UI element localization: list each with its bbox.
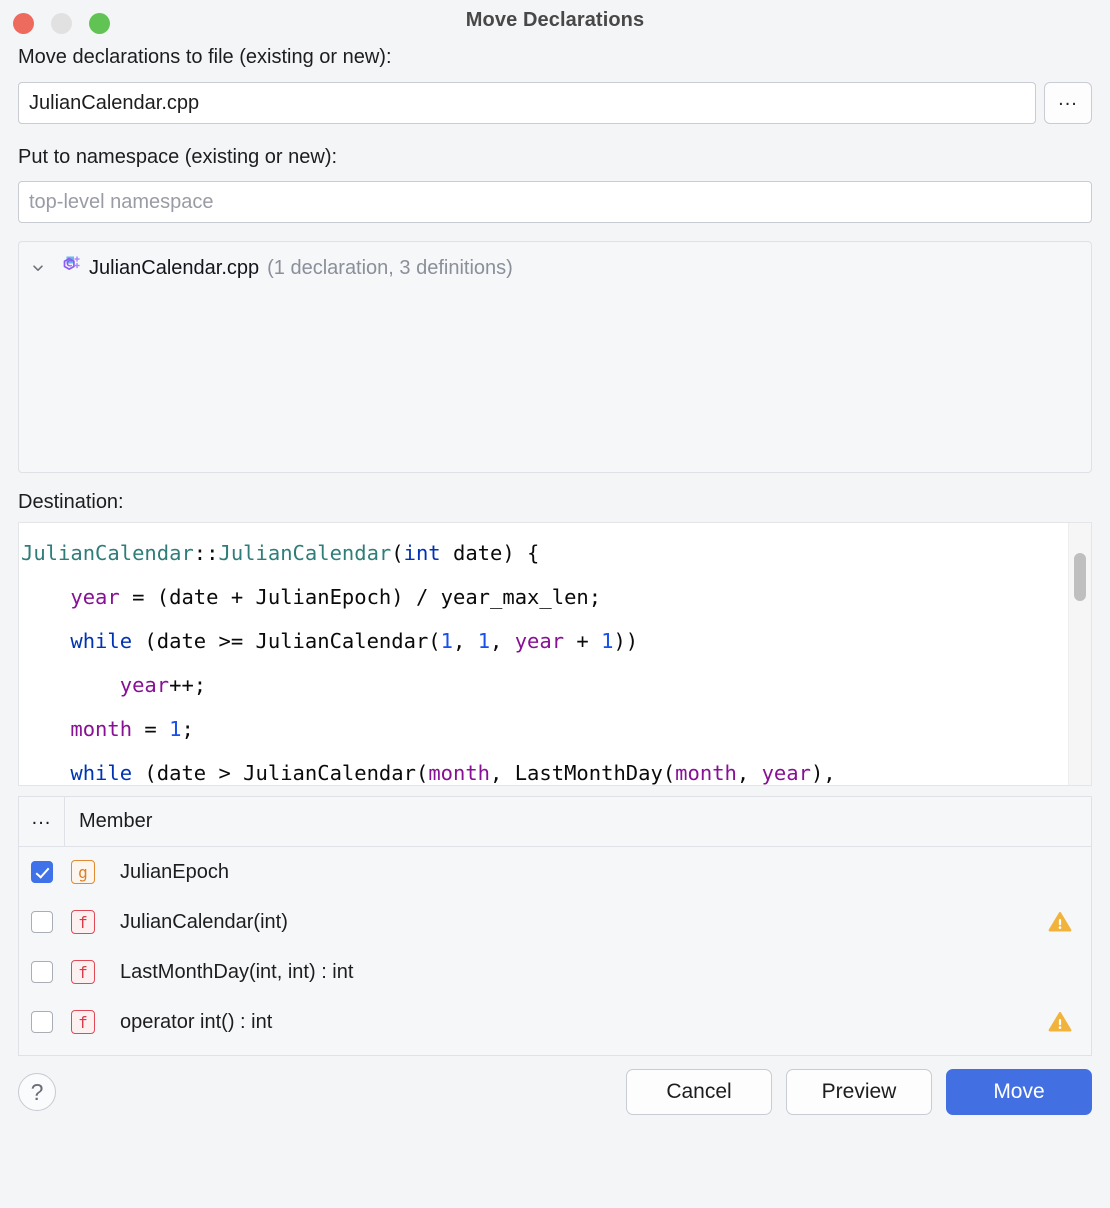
preview-button[interactable]: Preview (786, 1069, 932, 1115)
code-token: ++; (169, 673, 206, 697)
namespace-field-label: Put to namespace (existing or new): (18, 147, 1092, 167)
code-token: )) (613, 629, 638, 653)
code-line: month = 1; (21, 707, 1091, 751)
function-icon: f (71, 960, 95, 984)
tree-file-name: JulianCalendar.cpp (89, 257, 259, 280)
member-table[interactable]: ... Member gJulianEpochfJulianCalendar(i… (18, 796, 1092, 1056)
code-token: 1 (601, 629, 613, 653)
tree-row-file[interactable]: C JulianCalendar.cpp (1 declaration, 3 d… (29, 254, 1081, 282)
help-button[interactable]: ? (18, 1073, 56, 1111)
dialog-title: Move Declarations (0, 9, 1110, 32)
browse-file-button[interactable]: ... (1044, 82, 1092, 124)
code-token: ; (181, 717, 193, 741)
member-name: JulianCalendar(int) (95, 911, 1047, 934)
checkbox-checked[interactable] (31, 861, 53, 883)
global-variable-icon: g (71, 860, 95, 884)
code-token: year (70, 585, 119, 609)
code-token: , (453, 629, 478, 653)
destination-code-preview[interactable]: JulianCalendar::JulianCalendar(int date)… (18, 522, 1092, 786)
title-bar: Move Declarations (0, 0, 1110, 47)
code-token: ( (391, 541, 403, 565)
file-path-input[interactable]: JulianCalendar.cpp (18, 82, 1036, 124)
code-token: :: (194, 541, 219, 565)
code-line: JulianCalendar::JulianCalendar(int date)… (21, 531, 1091, 575)
code-token: (date > JulianCalendar( (132, 761, 428, 785)
code-token: , (490, 629, 515, 653)
code-token: month (70, 717, 132, 741)
table-row[interactable]: fJulianCalendar(int) (19, 897, 1091, 947)
code-token: , LastMonthDay( (490, 761, 675, 785)
code-token: , (737, 761, 762, 785)
code-token (21, 717, 70, 741)
function-icon: f (71, 1010, 95, 1034)
code-token: int (404, 541, 441, 565)
code-token: while (70, 629, 132, 653)
destination-label: Destination: (18, 492, 1092, 512)
table-row[interactable]: gJulianEpoch (19, 847, 1091, 897)
code-token: = (132, 717, 169, 741)
code-scrollbar-thumb[interactable] (1074, 553, 1086, 601)
code-token: JulianCalendar (218, 541, 391, 565)
code-token (21, 629, 70, 653)
code-line: year++; (21, 663, 1091, 707)
warning-icon[interactable] (1047, 1009, 1073, 1035)
member-table-header: ... Member (19, 797, 1091, 847)
warning-icon[interactable] (1047, 909, 1073, 935)
move-button[interactable]: Move (946, 1069, 1092, 1115)
member-name: LastMonthDay(int, int) : int (95, 961, 1047, 984)
code-token: = (date + JulianEpoch) / year_max_len; (120, 585, 601, 609)
member-name: operator int() : int (95, 1011, 1047, 1034)
code-lines: JulianCalendar::JulianCalendar(int date)… (19, 523, 1091, 786)
namespace-input[interactable]: top-level namespace (18, 181, 1092, 223)
code-token: month (675, 761, 737, 785)
code-token: month (428, 761, 490, 785)
tree-file-meta: (1 declaration, 3 definitions) (267, 257, 513, 280)
code-token: (date >= JulianCalendar( (132, 629, 441, 653)
code-token: year (515, 629, 564, 653)
code-token (21, 585, 70, 609)
column-header-check[interactable]: ... (19, 797, 65, 846)
member-table-wrapper: ... Member gJulianEpochfJulianCalendar(i… (0, 786, 1110, 1056)
code-token (21, 761, 70, 785)
chevron-down-icon[interactable] (29, 259, 47, 277)
file-field-row: JulianCalendar.cpp ... (18, 82, 1092, 124)
member-checkbox-cell[interactable] (19, 961, 65, 983)
table-row[interactable]: foperator int() : int (19, 997, 1091, 1047)
file-field-label: Move declarations to file (existing or n… (18, 47, 1092, 67)
code-token: 1 (441, 629, 453, 653)
member-checkbox-cell[interactable] (19, 861, 65, 883)
cancel-button[interactable]: Cancel (626, 1069, 772, 1115)
code-token: year (120, 673, 169, 697)
dialog-content: Move declarations to file (existing or n… (0, 47, 1110, 512)
code-line: year = (date + JulianEpoch) / year_max_l… (21, 575, 1091, 619)
code-token: ), (811, 761, 836, 785)
member-table-body: gJulianEpochfJulianCalendar(int)fLastMon… (19, 847, 1091, 1047)
column-header-member[interactable]: Member (65, 810, 1091, 833)
checkbox-unchecked[interactable] (31, 1011, 53, 1033)
checkbox-unchecked[interactable] (31, 961, 53, 983)
member-checkbox-cell[interactable] (19, 1011, 65, 1033)
code-token: + (564, 629, 601, 653)
svg-text:C: C (66, 260, 72, 270)
code-line: while (date > JulianCalendar(month, Last… (21, 751, 1091, 786)
cpp-file-icon: C (55, 255, 81, 281)
code-line: while (date >= JulianCalendar(1, 1, year… (21, 619, 1091, 663)
code-token (21, 673, 120, 697)
code-preview-wrapper: JulianCalendar::JulianCalendar(int date)… (0, 522, 1110, 786)
destination-tree-panel[interactable]: C JulianCalendar.cpp (1 declaration, 3 d… (18, 241, 1092, 473)
checkbox-unchecked[interactable] (31, 911, 53, 933)
code-token: 1 (478, 629, 490, 653)
code-token: date) { (441, 541, 540, 565)
table-row[interactable]: fLastMonthDay(int, int) : int (19, 947, 1091, 997)
function-icon: f (71, 910, 95, 934)
code-token: while (70, 761, 132, 785)
code-token: year (762, 761, 811, 785)
dialog-footer: ? Cancel Preview Move (0, 1056, 1110, 1128)
member-checkbox-cell[interactable] (19, 911, 65, 933)
code-token: JulianCalendar (21, 541, 194, 565)
code-scrollbar[interactable] (1068, 523, 1091, 785)
member-name: JulianEpoch (95, 861, 1047, 884)
code-token: 1 (169, 717, 181, 741)
